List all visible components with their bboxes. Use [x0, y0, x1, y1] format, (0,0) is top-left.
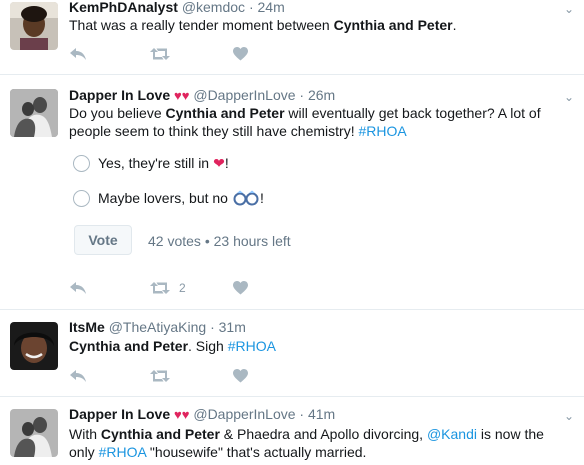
- text-part: With: [69, 426, 101, 442]
- radio-button[interactable]: [73, 154, 90, 172]
- author-handle[interactable]: @DapperInLove: [193, 87, 295, 103]
- hashtag-link[interactable]: #RHOA: [358, 123, 406, 139]
- text-part: Do you believe: [69, 105, 166, 121]
- retweet-button[interactable]: 2: [150, 279, 186, 297]
- retweet-icon[interactable]: [150, 45, 170, 63]
- reply-icon[interactable]: [69, 45, 87, 63]
- tweet-header: Dapper In Love ♥♥ @DapperInLove · 26m: [69, 87, 335, 104]
- tweet-header: ItsMe @TheAtiyaKing · 31m: [69, 319, 246, 336]
- author-name[interactable]: Dapper In Love: [69, 406, 170, 422]
- separator: ·: [299, 87, 305, 103]
- text-part: "housewife" that's actually married.: [146, 444, 367, 460]
- avatar[interactable]: [10, 2, 58, 50]
- timestamp[interactable]: 24m: [258, 0, 285, 15]
- red-heart-icon: ❤: [213, 154, 225, 171]
- text-part: That was a really tender moment between: [69, 17, 334, 33]
- tweet-text: That was a really tender moment between …: [69, 16, 569, 34]
- poll-option-label: Yes, they're still in: [98, 155, 210, 171]
- author-handle[interactable]: @TheAtiyaKing: [109, 319, 206, 335]
- tweet-text: Cynthia and Peter. Sigh #RHOA: [69, 337, 569, 355]
- reply-icon[interactable]: [69, 279, 87, 297]
- more-chevron-icon[interactable]: ⌄: [564, 90, 574, 104]
- poll-option-1[interactable]: Yes, they're still in ❤ !: [73, 152, 229, 174]
- separator: ·: [248, 0, 254, 15]
- author-handle[interactable]: @DapperInLove: [193, 406, 295, 422]
- two-hearts-icon: ♥♥: [174, 88, 190, 103]
- tweet-header: Dapper In Love ♥♥ @DapperInLove · 41m: [69, 406, 335, 423]
- hashtag-link[interactable]: #RHOA: [99, 444, 146, 460]
- text-part: & Phaedra and Apollo divorcing,: [219, 426, 427, 442]
- author-name[interactable]: KemPhDAnalyst: [69, 0, 178, 15]
- tweet-actions: [69, 45, 269, 63]
- timestamp[interactable]: 26m: [308, 87, 335, 103]
- mention-link[interactable]: @Kandi: [427, 426, 477, 442]
- author-name[interactable]: Dapper In Love: [69, 87, 170, 103]
- like-heart-icon[interactable]: [233, 279, 248, 297]
- poll-option-label: Maybe lovers, but no: [98, 190, 228, 206]
- hashtag-link[interactable]: #RHOA: [228, 338, 276, 354]
- vote-button[interactable]: Vote: [74, 225, 132, 255]
- tweet-header: KemPhDAnalyst @kemdoc · 24m: [69, 0, 285, 16]
- tweet-actions: [69, 367, 269, 385]
- more-chevron-icon[interactable]: ⌄: [564, 2, 574, 16]
- tweet-text: Do you believe Cynthia and Peter will ev…: [69, 104, 569, 140]
- text-part: . Sigh: [188, 338, 228, 354]
- text-part: .: [452, 17, 457, 33]
- avatar[interactable]: [10, 322, 58, 370]
- poll-meta: 42 votes • 23 hours left: [148, 233, 291, 249]
- avatar[interactable]: [10, 409, 58, 457]
- timestamp[interactable]: 41m: [308, 406, 335, 422]
- text-bold: Cynthia and Peter: [69, 338, 189, 354]
- separator: ·: [210, 319, 215, 335]
- like-heart-icon[interactable]: [233, 45, 248, 63]
- author-handle[interactable]: @kemdoc: [182, 0, 245, 15]
- text-bold: Cynthia and Peter: [333, 17, 453, 33]
- poll-option-suffix: !: [224, 155, 229, 171]
- like-heart-icon[interactable]: [233, 367, 248, 385]
- text-bold: Cynthia and Peter: [100, 426, 220, 442]
- poll-option-2[interactable]: Maybe lovers, but no !: [73, 187, 264, 209]
- tweet-text: With Cynthia and Peter & Phaedra and Apo…: [69, 425, 569, 461]
- rings-icon: [232, 190, 260, 206]
- avatar[interactable]: [10, 89, 58, 137]
- tweet-actions: 2: [69, 279, 269, 297]
- retweet-icon[interactable]: [150, 281, 170, 295]
- timestamp[interactable]: 31m: [219, 319, 246, 335]
- two-hearts-icon: ♥♥: [174, 407, 190, 422]
- tweet-1[interactable]: KemPhDAnalyst @kemdoc · 24m ⌄ That was a…: [0, 0, 584, 75]
- radio-button[interactable]: [73, 189, 90, 207]
- text-bold: Cynthia and Peter: [165, 105, 285, 121]
- retweet-count: 2: [179, 281, 186, 295]
- reply-icon[interactable]: [69, 367, 87, 385]
- author-name[interactable]: ItsMe: [69, 319, 105, 335]
- retweet-icon[interactable]: [150, 367, 170, 385]
- separator: ·: [299, 406, 305, 422]
- poll-option-suffix: !: [259, 190, 264, 206]
- more-chevron-icon[interactable]: ⌄: [564, 409, 574, 423]
